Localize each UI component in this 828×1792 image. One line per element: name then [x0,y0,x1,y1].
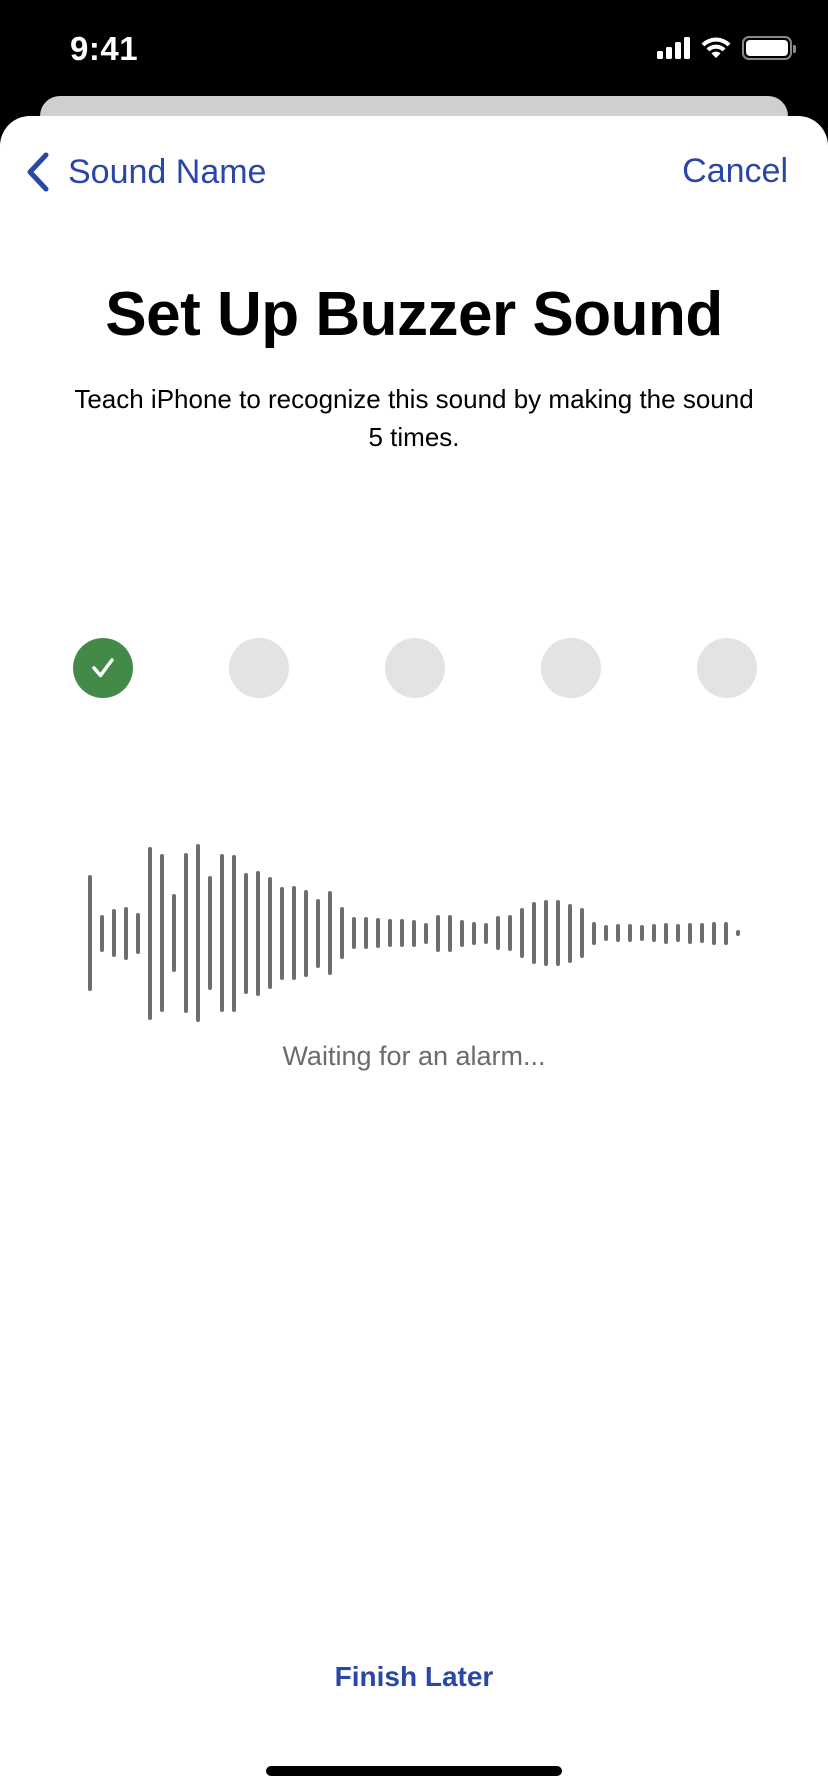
waveform-bar [268,877,272,989]
waveform-bar [364,917,368,949]
status-icons [657,36,796,60]
waveform-bar [316,898,320,968]
cellular-signal-icon [657,37,690,59]
waveform-bar [712,921,716,945]
back-button-label: Sound Name [68,152,267,191]
status-caption: Waiting for an alarm... [282,1041,546,1071]
waveform-bar [232,854,236,1012]
waveform-bar [136,912,140,954]
waveform-bar [640,925,644,941]
waveform-bar [412,919,416,947]
waveform-bar [400,919,404,947]
waveform-bar [436,914,440,952]
waveform-bar [472,921,476,945]
waveform-bar [352,917,356,949]
waveform-bar [544,900,548,966]
waveform-bar [280,886,284,980]
waveform-bar [508,915,512,951]
waveform-bar [220,854,224,1012]
waveform-bar [724,921,728,945]
progress-step-5-pending [697,638,757,698]
progress-step-3-pending [385,638,445,698]
battery-icon [742,36,796,60]
sound-waveform [0,836,828,1036]
waveform-bar [112,909,116,957]
waveform-bar [556,900,560,966]
page-title: Set Up Buzzer Sound [105,280,723,349]
waveform-bar [700,923,704,943]
progress-step-4-pending [541,638,601,698]
waveform-bar [196,844,200,1022]
waveform-bar [520,908,524,958]
waveform-bar [592,921,596,945]
instructions-text: Teach iPhone to recognize this sound by … [74,384,754,452]
waveform-bar [208,876,212,990]
waveform-bar [484,922,488,944]
waveform-bar [160,854,164,1012]
home-indicator[interactable] [266,1766,562,1776]
waveform-bar [100,914,104,952]
wifi-icon [701,37,731,58]
waveform-bar [736,930,740,936]
waveform-bar [664,922,668,944]
status-bar: 9:41 [0,0,828,96]
waveform-bar [460,919,464,947]
finish-later-button[interactable]: Finish Later [0,1661,828,1693]
waveform-bar [376,918,380,948]
cancel-button[interactable]: Cancel [682,152,788,191]
waveform-bar [616,924,620,942]
waveform-bar [424,922,428,944]
waveform-bar [532,902,536,964]
waveform-bar [568,903,572,963]
progress-indicator [0,638,828,698]
chevron-left-icon [27,152,49,192]
waveform-bar [448,914,452,952]
waveform-bar [244,872,248,994]
waveform-bar [688,922,692,944]
waveform-bar [328,891,332,975]
checkmark-icon [92,658,114,678]
waveform-bar [580,908,584,958]
waveform-bar [604,925,608,941]
waveform-bar [676,924,680,942]
progress-step-1-complete [73,638,133,698]
screen: 9:41 Sound Name Cancel Set Up Buzzer Sou… [0,0,828,1792]
waveform-bar [88,875,92,991]
waveform-bar [148,846,152,1020]
waveform-bar [304,889,308,977]
status-time: 9:41 [70,30,139,67]
waveform-bar [496,916,500,950]
waveform-bar [172,894,176,972]
back-button[interactable]: Sound Name [24,152,266,192]
modal-sheet: Sound Name Cancel Set Up Buzzer Sound Te… [0,116,828,1792]
waveform-bar [652,924,656,942]
progress-step-2-pending [229,638,289,698]
waveform-bar [388,919,392,947]
waveform-bar [340,907,344,959]
nav-bar: Sound Name Cancel [0,116,828,216]
waveform-bar [184,853,188,1013]
waveform-bar [628,924,632,942]
waveform-bar [256,870,260,996]
waveform-bar [292,886,296,980]
waveform-bar [124,906,128,960]
